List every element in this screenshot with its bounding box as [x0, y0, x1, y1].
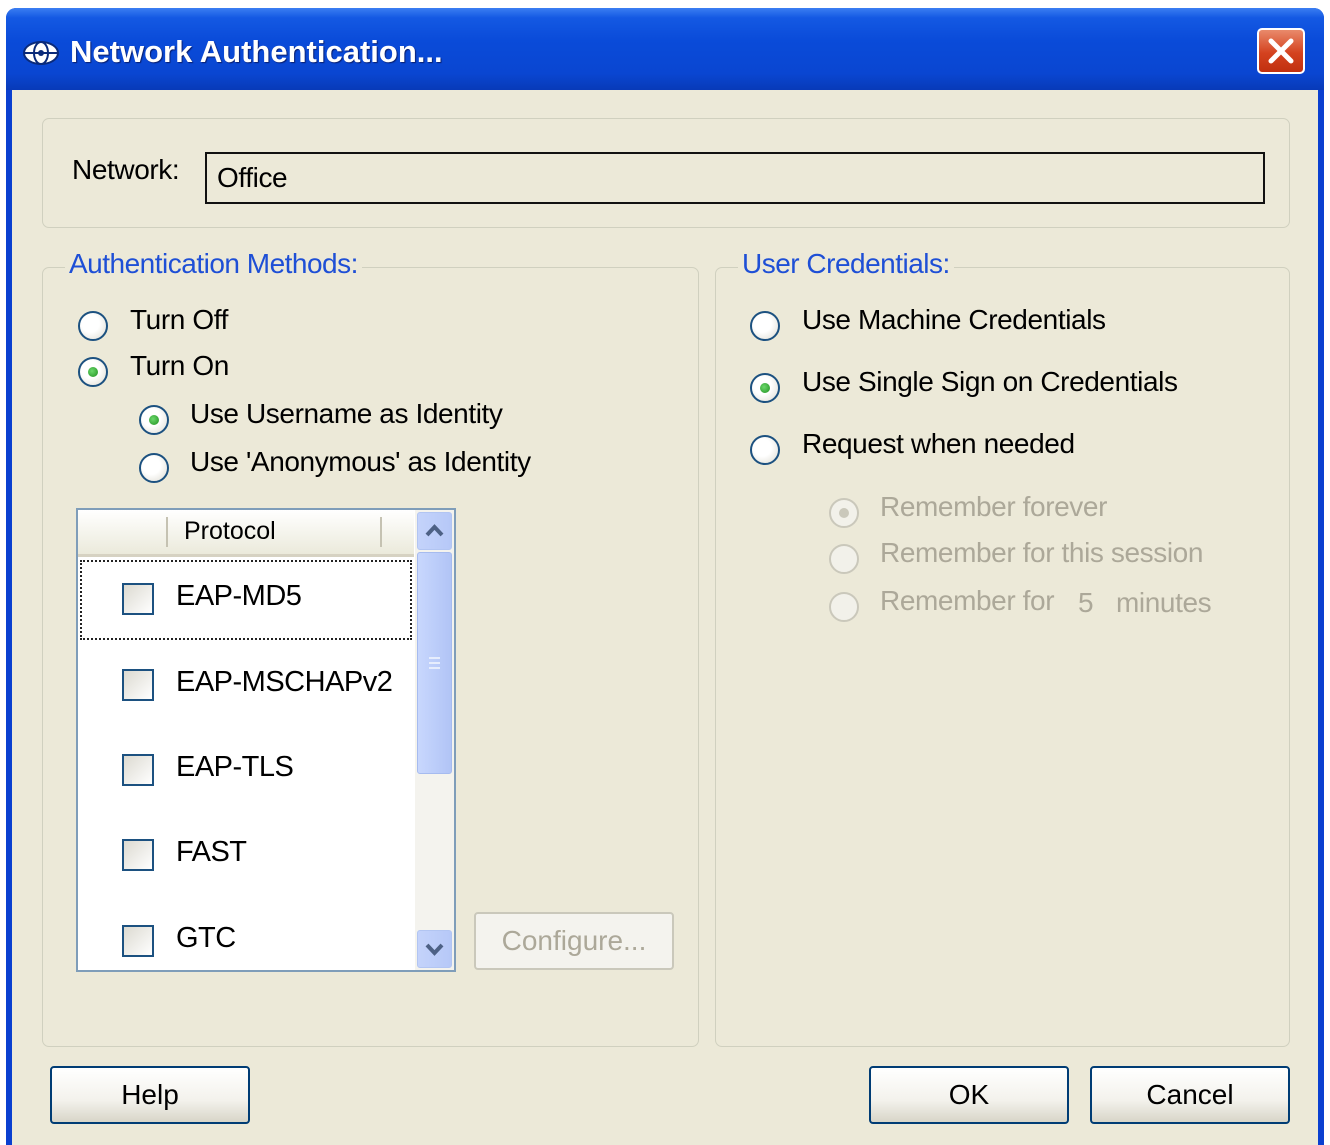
protocol-item-label: GTC	[176, 922, 236, 954]
close-icon	[1268, 38, 1294, 64]
window-title: Network Authentication...	[70, 34, 443, 69]
scroll-thumb[interactable]	[417, 552, 452, 774]
protocol-item-label: EAP-MSCHAPv2	[176, 666, 393, 698]
remember-minutes-value[interactable]: 5	[1078, 587, 1094, 619]
help-button[interactable]: Help	[50, 1066, 250, 1124]
remember-forever-label[interactable]: Remember forever	[880, 491, 1107, 523]
close-button[interactable]	[1257, 28, 1305, 74]
protocol-item-fast[interactable]: FAST	[78, 814, 414, 898]
protocol-checkbox[interactable]	[122, 754, 154, 786]
turn-on-label[interactable]: Turn On	[130, 350, 229, 382]
use-username-radio[interactable]	[139, 405, 169, 435]
protocol-item-eap-mschapv2[interactable]: EAP-MSCHAPv2	[78, 644, 414, 728]
turn-off-label[interactable]: Turn Off	[130, 304, 228, 336]
protocol-item-eap-tls[interactable]: EAP-TLS	[78, 729, 414, 813]
user-credentials-legend: User Credentials:	[738, 248, 954, 280]
dialog-client-area: Network: Office Authentication Methods: …	[12, 90, 1318, 1145]
machine-credentials-radio[interactable]	[750, 311, 780, 341]
use-anonymous-label[interactable]: Use 'Anonymous' as Identity	[190, 446, 531, 478]
network-authentication-dialog: Network Authentication... Network: Offic…	[6, 8, 1324, 1145]
remember-session-radio[interactable]	[829, 544, 859, 574]
chevron-up-icon	[425, 524, 444, 537]
protocol-item-eap-md5[interactable]: EAP-MD5	[78, 558, 414, 642]
protocol-checkbox[interactable]	[122, 839, 154, 871]
scroll-down-button[interactable]	[417, 930, 452, 968]
protocol-list-scrollbar[interactable]	[415, 510, 454, 970]
protocol-item-gtc[interactable]: GTC	[78, 900, 414, 970]
request-when-needed-label[interactable]: Request when needed	[802, 428, 1075, 460]
protocol-checkbox[interactable]	[122, 583, 154, 615]
ok-button[interactable]: OK	[869, 1066, 1069, 1124]
protocol-list[interactable]: Protocol EAP-MD5 EAP-MSCHAPv2 EAP-TLS FA…	[76, 508, 456, 972]
single-sign-on-radio[interactable]	[750, 373, 780, 403]
cancel-button[interactable]: Cancel	[1090, 1066, 1290, 1124]
header-separator	[166, 517, 168, 547]
scroll-up-button[interactable]	[417, 512, 452, 550]
use-username-label[interactable]: Use Username as Identity	[190, 398, 503, 430]
protocol-checkbox[interactable]	[122, 669, 154, 701]
title-bar[interactable]: Network Authentication...	[6, 8, 1324, 90]
remember-forever-radio[interactable]	[829, 498, 859, 528]
use-anonymous-radio[interactable]	[139, 453, 169, 483]
protocol-column-header[interactable]: Protocol	[184, 517, 276, 546]
turn-off-radio[interactable]	[78, 311, 108, 341]
protocol-item-label: FAST	[176, 836, 247, 868]
request-when-needed-radio[interactable]	[750, 435, 780, 465]
network-label: Network:	[72, 154, 180, 185]
remember-minutes-unit: minutes	[1116, 587, 1212, 618]
chevron-down-icon	[425, 943, 444, 956]
network-globe-icon	[23, 41, 59, 65]
remember-session-label[interactable]: Remember for this session	[880, 537, 1203, 569]
network-field[interactable]: Office	[205, 152, 1265, 204]
machine-credentials-label[interactable]: Use Machine Credentials	[802, 304, 1106, 336]
grip-icon	[429, 657, 440, 669]
header-separator	[380, 517, 382, 547]
remember-for-radio[interactable]	[829, 592, 859, 622]
protocol-item-label: EAP-TLS	[176, 751, 294, 783]
authentication-methods-legend: Authentication Methods:	[65, 248, 362, 280]
configure-button[interactable]: Configure...	[474, 912, 674, 970]
single-sign-on-label[interactable]: Use Single Sign on Credentials	[802, 366, 1178, 398]
remember-for-label[interactable]: Remember for	[880, 585, 1055, 617]
protocol-list-header[interactable]: Protocol	[78, 510, 414, 557]
turn-on-radio[interactable]	[78, 357, 108, 387]
protocol-item-label: EAP-MD5	[176, 580, 302, 612]
protocol-checkbox[interactable]	[122, 925, 154, 957]
